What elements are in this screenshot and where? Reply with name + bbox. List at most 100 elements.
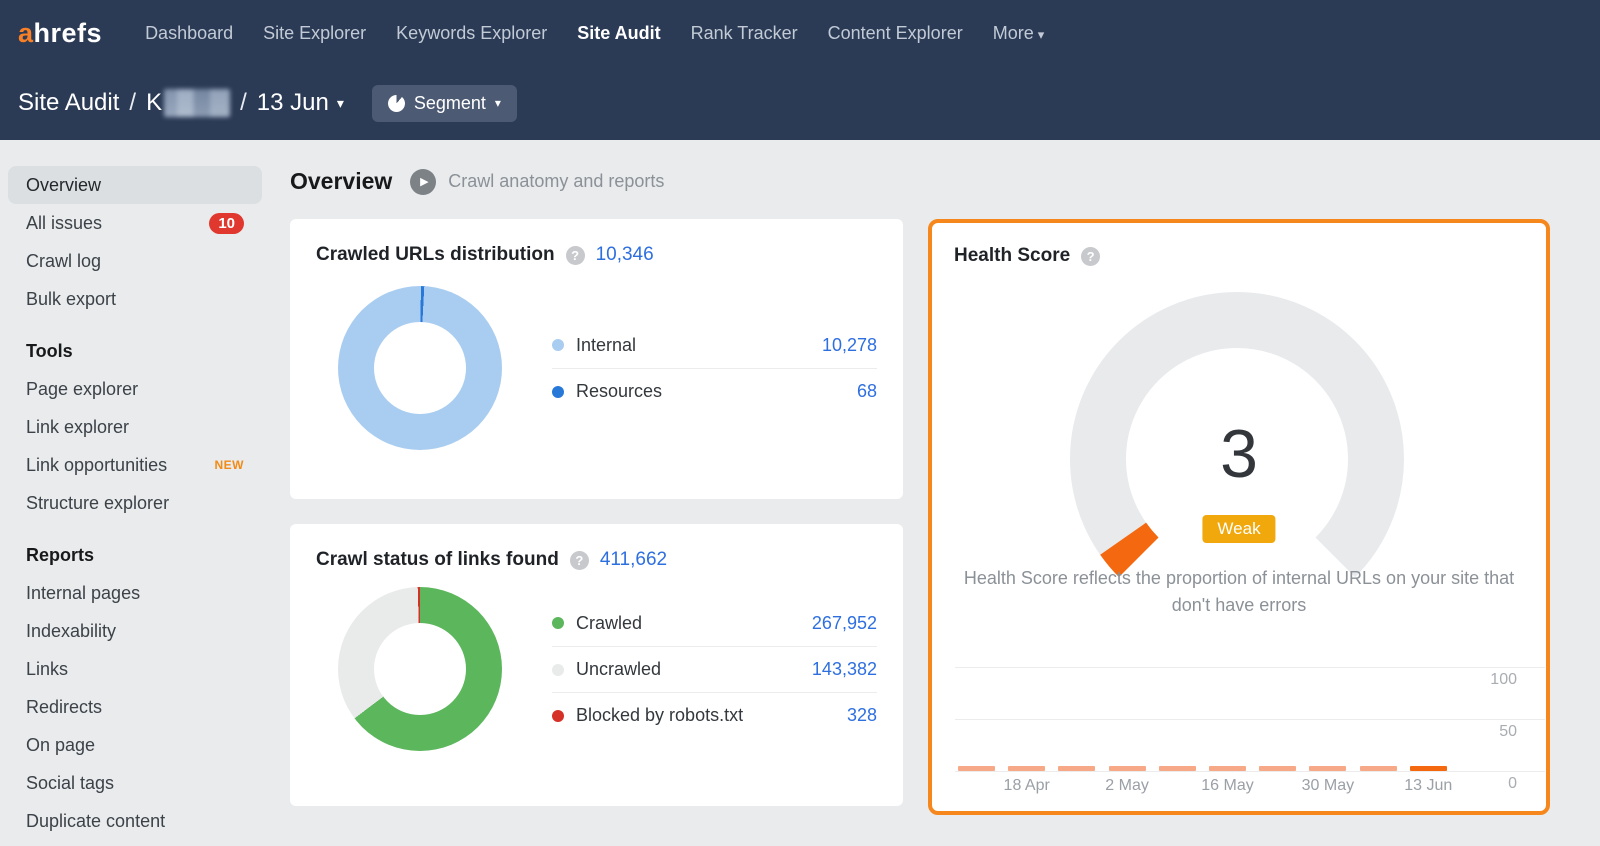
crawl-status-donut-chart: [338, 587, 502, 751]
history-bar: [1109, 766, 1146, 771]
chevron-down-icon: ▾: [1038, 27, 1045, 42]
sidebar-item-label: Internal pages: [26, 583, 140, 604]
x-axis-tick-label: 18 Apr: [1004, 777, 1050, 795]
x-axis-tick-label: 16 May: [1201, 777, 1253, 795]
crawled-urls-legend: Internal10,278Resources68: [552, 322, 877, 414]
legend-value-link[interactable]: 68: [857, 381, 877, 402]
nav-item-site-explorer[interactable]: Site Explorer: [263, 23, 366, 44]
crawled-urls-total[interactable]: 10,346: [596, 244, 654, 266]
crawl-status-legend: Crawled267,952 Uncrawled 143,382 Blocked by…: [552, 600, 877, 738]
nav-item-more[interactable]: More▾: [993, 23, 1045, 44]
health-score-description: Health Score reflects the proportion of …: [963, 565, 1515, 619]
nav-items: Dashboard Site Explorer Keywords Explorer S…: [130, 23, 1059, 44]
crawl-status-card: Crawl status of links found ? 411,662 Cr…: [290, 524, 903, 806]
nav-item-dashboard[interactable]: Dashboard: [145, 23, 233, 44]
sidebar-item-internal-pages[interactable]: Internal pages: [8, 574, 262, 612]
nav-item-keywords-explorer[interactable]: Keywords Explorer: [396, 23, 547, 44]
legend-dot: [552, 386, 564, 398]
sidebar-item-redirects[interactable]: Redirects: [8, 688, 262, 726]
sidebar: Overview All issues10 Crawl log Bulk export…: [0, 140, 270, 846]
logo-rest: hrefs: [34, 18, 103, 48]
segment-label: Segment: [414, 93, 486, 114]
breadcrumb-row: Site Audit / K / 13 Jun ▾ Segment ▾: [0, 66, 1600, 140]
sidebar-item-crawl-log[interactable]: Crawl log: [8, 242, 262, 280]
breadcrumb-separator-2: /: [240, 89, 247, 117]
crawl-status-total[interactable]: 411,662: [600, 549, 667, 571]
legend-value-link[interactable]: 267,952: [812, 613, 877, 634]
sidebar-item-label: Page explorer: [26, 379, 138, 400]
health-score-title: Health Score: [954, 245, 1070, 267]
sidebar-item-overview[interactable]: Overview: [8, 166, 262, 204]
legend-row: Internal 10,278: [552, 322, 877, 368]
sidebar-item-page-explorer[interactable]: Page explorer: [8, 370, 262, 408]
sidebar-item-label: All issues: [26, 213, 102, 234]
legend-value-link[interactable]: 143,382: [812, 659, 877, 680]
history-bar: [1410, 766, 1447, 771]
nav-item-content-explorer[interactable]: Content Explorer: [828, 23, 963, 44]
history-bar: [1209, 766, 1246, 771]
sidebar-item-bulk-export[interactable]: Bulk export: [8, 280, 262, 318]
history-bar: [1058, 766, 1095, 771]
legend-label: Internal: [576, 335, 636, 356]
sidebar-section-tools: Tools: [8, 332, 262, 370]
gridline: [955, 667, 1545, 668]
crawl-status-title: Crawl status of links found: [316, 549, 559, 571]
sidebar-item-duplicate-content[interactable]: Duplicate content: [8, 802, 262, 840]
legend-row: Blocked by robots.txt328: [552, 692, 877, 738]
play-video-button[interactable]: ▶: [410, 169, 436, 195]
crawled-urls-card: Crawled URLs distribution ? 10,346 Inter…: [290, 219, 903, 499]
legend-row: Uncrawled 143,382: [552, 646, 877, 692]
legend-value-link[interactable]: 328: [847, 705, 877, 726]
x-axis-tick-label: 13 Jun: [1404, 777, 1452, 795]
sidebar-item-links[interactable]: Links: [8, 650, 262, 688]
help-icon[interactable]: ?: [570, 551, 589, 570]
new-tag: NEW: [215, 458, 245, 472]
sidebar-item-label: Link explorer: [26, 417, 129, 438]
sidebar-item-label: Social tags: [26, 773, 114, 794]
sidebar-item-on-page[interactable]: On page: [8, 726, 262, 764]
breadcrumb-separator: /: [129, 89, 136, 117]
main-content: Overview ▶ Crawl anatomy and reports Cra…: [270, 140, 1600, 846]
chevron-down-icon: ▾: [337, 95, 344, 112]
breadcrumb-project-text[interactable]: K: [146, 89, 162, 117]
sidebar-item-structure-explorer[interactable]: Structure explorer: [8, 484, 262, 522]
main-header: Overview ▶ Crawl anatomy and reports: [290, 168, 1600, 195]
help-icon[interactable]: ?: [1081, 247, 1100, 266]
page-title: Overview: [290, 168, 392, 195]
sidebar-item-link-explorer[interactable]: Link explorer: [8, 408, 262, 446]
sidebar-item-link-opportunities[interactable]: Link opportunitiesNEW: [8, 446, 262, 484]
legend-value-link[interactable]: 10,278: [822, 335, 877, 356]
ahrefs-logo[interactable]: ahrefs: [18, 18, 102, 49]
help-icon[interactable]: ?: [566, 246, 585, 265]
chevron-down-icon: ▾: [495, 96, 501, 110]
crawl-date-dropdown[interactable]: 13 Jun ▾: [257, 89, 344, 117]
breadcrumb-project-blurred: [164, 89, 230, 117]
history-bar: [1309, 766, 1346, 771]
sidebar-item-label: Duplicate content: [26, 811, 165, 832]
gridline: [955, 771, 1545, 772]
page-subtitle[interactable]: Crawl anatomy and reports: [448, 171, 664, 192]
health-score-card: Health Score ? 3 Weak Health Score refle…: [928, 219, 1550, 815]
sidebar-item-social-tags[interactable]: Social tags: [8, 764, 262, 802]
legend-row: Crawled267,952: [552, 600, 877, 646]
sidebar-item-label: Structure explorer: [26, 493, 169, 514]
segment-button[interactable]: Segment ▾: [372, 85, 517, 122]
nav-item-site-audit[interactable]: Site Audit: [577, 23, 660, 44]
sidebar-item-label: Overview: [26, 175, 101, 196]
sidebar-item-indexability[interactable]: Indexability: [8, 612, 262, 650]
legend-dot: [552, 339, 564, 351]
crawl-date-label: 13 Jun: [257, 89, 329, 117]
breadcrumb: Site Audit / K / 13 Jun ▾: [18, 89, 344, 117]
sidebar-item-label: Crawl log: [26, 251, 101, 272]
legend-label: Uncrawled: [576, 659, 661, 680]
nav-item-rank-tracker[interactable]: Rank Tracker: [691, 23, 798, 44]
sidebar-item-label: On page: [26, 735, 95, 756]
y-axis-tick-label: 50: [1499, 723, 1517, 741]
gridline: [955, 719, 1545, 720]
y-axis-tick-label: 100: [1490, 671, 1517, 689]
sidebar-item-all-issues[interactable]: All issues10: [8, 204, 262, 242]
sidebar-item-label: Bulk export: [26, 289, 116, 310]
health-rating-badge: Weak: [1202, 515, 1275, 543]
history-bar: [1259, 766, 1296, 771]
breadcrumb-root[interactable]: Site Audit: [18, 89, 119, 117]
